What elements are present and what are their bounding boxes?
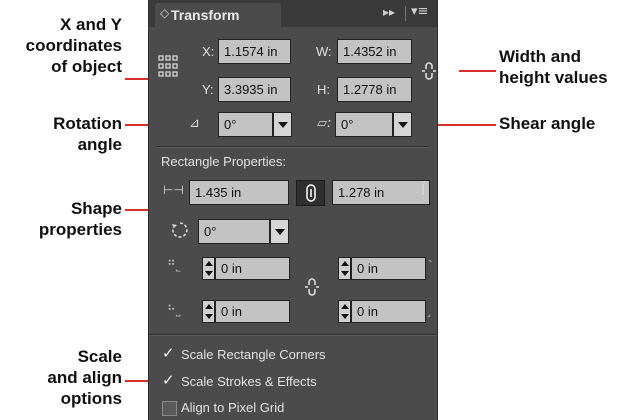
- transform-panel: ◇ Transform ▸▸ ▾≡ X: 1.1574 in W: 1.4352…: [148, 0, 438, 420]
- callout-wh: Width and height values: [499, 47, 608, 87]
- callout-xy: X and Y coordinates of object: [25, 15, 122, 76]
- corner-rotate-icon: [172, 222, 188, 238]
- scale-corners-check[interactable]: ✓: [162, 344, 175, 362]
- callout-shear: Shear angle: [499, 114, 596, 133]
- panel-titlebar: ◇ Transform ▸▸ ▾≡: [149, 0, 437, 27]
- callout-scale: Scale and align options: [47, 347, 122, 408]
- menu-icon[interactable]: ▾≡: [411, 4, 428, 19]
- scale-strokes-label[interactable]: Scale Strokes & Effects: [181, 374, 317, 389]
- corner-br-field[interactable]: 0 in: [351, 300, 426, 323]
- rotation-dropdown[interactable]: [273, 112, 292, 137]
- shear-dropdown[interactable]: [393, 112, 412, 137]
- tab-chevron-icon: ◇: [160, 6, 170, 20]
- y-label: Y:: [202, 82, 214, 97]
- corner-tl-icon: ⠛˾: [167, 258, 181, 272]
- x-field[interactable]: 1.1574 in: [218, 39, 291, 64]
- rectangle-properties-heading: Rectangle Properties:: [161, 154, 287, 169]
- corner-br-stepper[interactable]: [338, 300, 351, 323]
- align-pixel-checkbox[interactable]: [162, 401, 177, 416]
- corner-tr-icon: ˺: [428, 258, 432, 272]
- corner-br-icon: ˼: [427, 303, 431, 317]
- callout-shape: Shape properties: [38, 199, 122, 239]
- corner-bl-icon: ⠓˽: [167, 303, 181, 317]
- corner-tl-stepper[interactable]: [202, 257, 215, 280]
- y-field[interactable]: 3.3935 in: [218, 77, 291, 102]
- link-button[interactable]: [296, 180, 325, 206]
- scale-corners-label[interactable]: Scale Rectangle Corners: [181, 347, 326, 362]
- width-icon: ⊢⊣: [163, 183, 184, 197]
- corner-tr-stepper[interactable]: [338, 257, 351, 280]
- rect-height-field[interactable]: 1.278 in: [332, 180, 430, 205]
- align-pixel-label[interactable]: Align to Pixel Grid: [181, 400, 284, 415]
- x-label: X:: [202, 44, 215, 59]
- h-label: H:: [317, 82, 330, 97]
- corner-rotation-field[interactable]: 0°: [198, 219, 270, 244]
- tab-transform[interactable]: ◇ Transform: [155, 3, 281, 27]
- w-label: W:: [316, 44, 332, 59]
- corner-tl-field[interactable]: 0 in: [215, 257, 290, 280]
- shear-field[interactable]: 0°: [335, 112, 393, 137]
- h-field[interactable]: 1.2778 in: [337, 77, 412, 102]
- scale-strokes-check[interactable]: ✓: [162, 371, 175, 389]
- corner-rotation-dropdown[interactable]: [270, 219, 289, 244]
- callout-rotation: Rotation angle: [53, 114, 122, 154]
- divider-2b: [149, 335, 437, 336]
- shear-icon: ▱:: [317, 116, 332, 131]
- reference-point-icon[interactable]: [158, 55, 178, 77]
- titlebar-divider: [405, 6, 406, 21]
- divider-1b: [157, 147, 429, 148]
- w-field[interactable]: 1.4352 in: [337, 39, 412, 64]
- height-icon: Ī: [421, 181, 426, 199]
- corner-bl-field[interactable]: 0 in: [215, 300, 290, 323]
- rotate-icon: ⊿: [189, 116, 200, 131]
- expand-icon[interactable]: ▸▸: [383, 5, 395, 19]
- rect-width-field[interactable]: 1.435 in: [189, 180, 289, 205]
- callout-wh-line: [459, 70, 496, 72]
- panel-title: Transform: [171, 7, 240, 23]
- corner-link-icon[interactable]: [305, 278, 319, 296]
- corner-tr-field[interactable]: 0 in: [351, 257, 426, 280]
- link-icon[interactable]: [422, 62, 436, 80]
- rotation-field[interactable]: 0°: [218, 112, 273, 137]
- corner-bl-stepper[interactable]: [202, 300, 215, 323]
